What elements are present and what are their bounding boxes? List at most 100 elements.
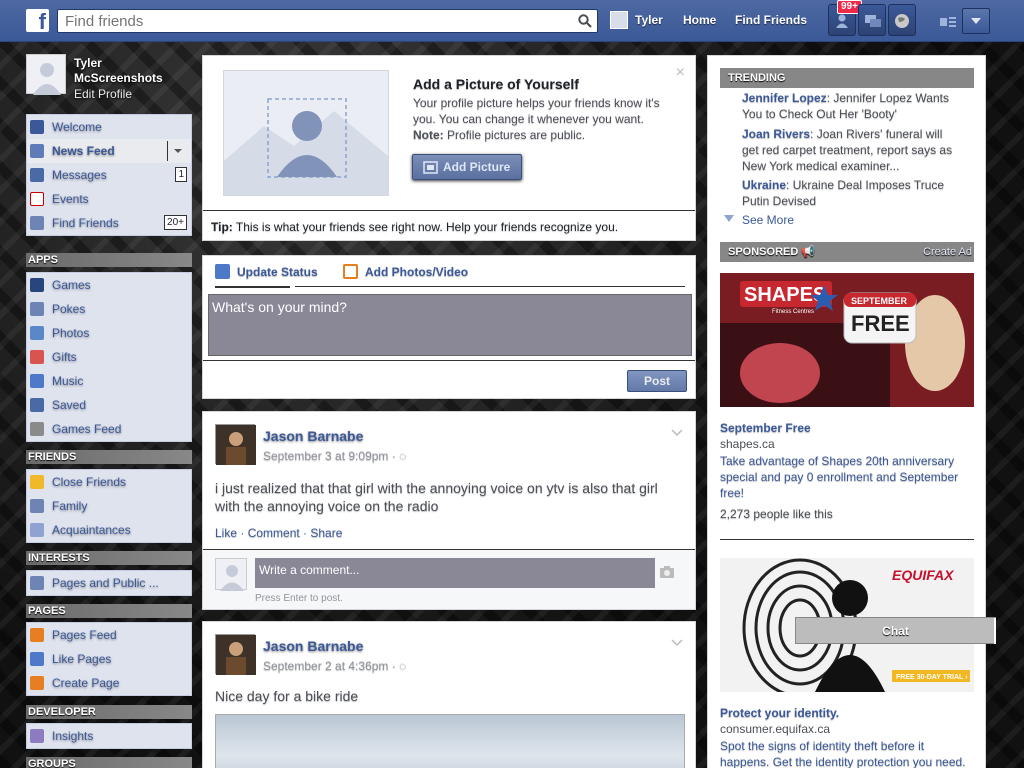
trending-topic[interactable]: Joan Rivers xyxy=(742,127,810,141)
search-icon[interactable] xyxy=(578,14,592,28)
add-picture-button[interactable]: Add Picture xyxy=(412,154,522,180)
post-author-name[interactable]: Jason Barnabe xyxy=(263,428,363,444)
account-settings-button[interactable] xyxy=(962,8,990,34)
trending-item[interactable]: Joan Rivers: Joan Rivers' funeral will g… xyxy=(742,126,960,174)
chat-bar[interactable]: Chat xyxy=(795,617,996,644)
sidebar-item-photos[interactable]: Photos xyxy=(27,321,191,345)
notifications-jewel[interactable] xyxy=(888,4,916,36)
equifax-ad-brand: EQUIFAX xyxy=(892,567,955,583)
home-link[interactable]: Home xyxy=(683,13,716,27)
sidebar-item-pokes[interactable]: Pokes xyxy=(27,297,191,321)
feed-post: Jason Barnabe September 3 at 9:09pm · ◌ … xyxy=(202,411,696,610)
edit-profile-link[interactable]: Edit Profile xyxy=(74,87,132,101)
trending-item[interactable]: Jennifer Lopez: Jennifer Lopez Wants You… xyxy=(742,90,960,122)
sidebar-item-games[interactable]: Games xyxy=(27,273,191,297)
post-timestamp[interactable]: September 2 at 4:36pm · ◌ xyxy=(263,659,406,673)
sidebar-item-pages-public-figures[interactable]: Pages and Public ... xyxy=(27,571,191,595)
shapes-ad-image[interactable]: SHAPES Fitness Centres SEPTEMBER FREE xyxy=(720,273,974,407)
post-timestamp[interactable]: September 3 at 9:09pm · ◌ xyxy=(263,449,406,463)
tab-add-photos-video[interactable]: Add Photos/Video xyxy=(343,264,468,279)
sidebar-item-acquaintances[interactable]: Acquaintances xyxy=(27,518,191,542)
facebook-logo[interactable]: f xyxy=(26,9,49,32)
developer-list: Insights xyxy=(26,723,192,749)
like-link[interactable]: Like xyxy=(215,526,237,540)
camera-icon xyxy=(423,161,438,174)
search-box[interactable] xyxy=(57,9,598,33)
default-avatar-icon xyxy=(33,63,61,95)
profile-name[interactable]: Tyler McScreenshots xyxy=(74,56,184,86)
ad-domain[interactable]: shapes.ca xyxy=(720,437,775,451)
profile-picture[interactable] xyxy=(26,54,66,95)
sidebar-item-music[interactable]: Music xyxy=(27,369,191,393)
trending-item[interactable]: Ukraine: Ukraine Deal Imposes Truce Puti… xyxy=(742,177,960,209)
tip-label: Tip: xyxy=(211,220,233,234)
note-text: Profile pictures are public. xyxy=(447,128,586,142)
post-author-name[interactable]: Jason Barnabe xyxy=(263,638,363,654)
sidebar-item-label: Games Feed xyxy=(52,422,122,436)
status-input[interactable]: What's on your mind? xyxy=(208,294,692,356)
news-feed-options-chevron[interactable] xyxy=(167,141,187,161)
profile-link[interactable]: Tyler xyxy=(635,13,663,27)
ad-likes[interactable]: 2,273 people like this xyxy=(720,507,833,521)
create-ad-link[interactable]: Create Ad xyxy=(923,242,972,262)
sidebar-item-family[interactable]: Family xyxy=(27,494,191,518)
post-author-avatar[interactable] xyxy=(215,634,256,675)
ad-body[interactable]: Take advantage of Shapes 20th anniversar… xyxy=(720,453,974,501)
friends-list: Close Friends Family Acquaintances xyxy=(26,469,192,543)
friends-header[interactable]: FRIENDS xyxy=(26,450,192,464)
see-more-link[interactable]: See More xyxy=(742,213,794,227)
sidebar-item-like-pages[interactable]: Like Pages xyxy=(27,647,191,671)
sidebar-item-welcome[interactable]: Welcome xyxy=(27,115,191,139)
friend-requests-icon xyxy=(836,14,848,28)
sidebar-item-pages-feed[interactable]: Pages Feed xyxy=(27,623,191,647)
sidebar-item-label: Pokes xyxy=(52,302,86,316)
post-button[interactable]: Post xyxy=(627,370,687,392)
search-input[interactable] xyxy=(58,10,558,32)
groups-header[interactable]: GROUPS xyxy=(26,757,192,768)
sidebar-item-insights[interactable]: Insights xyxy=(27,724,191,748)
shapes-ad-offer: FREE xyxy=(851,311,910,336)
chevron-down-icon[interactable] xyxy=(724,215,734,223)
interests-header[interactable]: INTERESTS xyxy=(26,551,192,565)
trending-topic[interactable]: Jennifer Lopez xyxy=(742,91,827,105)
active-tab-indicator xyxy=(215,286,290,288)
post-author-avatar[interactable] xyxy=(215,424,256,465)
user-avatar[interactable] xyxy=(610,11,628,29)
sidebar-item-label: Like Pages xyxy=(52,652,112,666)
sponsored-label: SPONSORED xyxy=(728,246,799,258)
globe-icon xyxy=(895,14,909,28)
chevron-down-icon[interactable] xyxy=(671,426,683,438)
ad-body[interactable]: Spot the signs of identity theft before … xyxy=(720,738,974,768)
messages-count: 1 xyxy=(175,167,187,182)
sidebar-item-events[interactable]: Events xyxy=(27,187,191,211)
trending-topic[interactable]: Ukraine xyxy=(742,178,786,192)
sidebar-item-news-feed[interactable]: News Feed xyxy=(27,139,191,163)
sidebar-item-games-feed[interactable]: Games Feed xyxy=(27,417,191,441)
privacy-shortcuts-icon[interactable] xyxy=(940,15,956,27)
acquaintances-icon xyxy=(30,523,44,537)
find-friends-link[interactable]: Find Friends xyxy=(735,13,807,27)
sidebar-item-gifts[interactable]: Gifts xyxy=(27,345,191,369)
comment-link[interactable]: Comment xyxy=(248,526,300,540)
sidebar-item-create-page[interactable]: Create Page xyxy=(27,671,191,695)
post-photo[interactable] xyxy=(215,714,685,768)
comment-input[interactable]: Write a comment... xyxy=(255,558,655,588)
update-status-label: Update Status xyxy=(237,265,318,279)
tab-update-status[interactable]: Update Status xyxy=(215,264,318,279)
sidebar-item-find-friends[interactable]: Find Friends 20+ xyxy=(27,211,191,235)
close-icon[interactable]: × xyxy=(676,64,685,82)
developer-header[interactable]: DEVELOPER xyxy=(26,705,192,719)
sidebar-item-saved[interactable]: Saved xyxy=(27,393,191,417)
pages-header[interactable]: PAGES xyxy=(26,604,192,618)
share-link[interactable]: Share xyxy=(310,526,342,540)
ad-title[interactable]: Protect your identity. xyxy=(720,706,839,720)
ad-domain[interactable]: consumer.equifax.ca xyxy=(720,722,830,736)
apps-header[interactable]: APPS xyxy=(26,253,192,267)
sidebar-item-messages[interactable]: Messages 1 xyxy=(27,163,191,187)
chevron-down-icon[interactable] xyxy=(671,636,683,648)
post-actions: Like · Comment · Share xyxy=(215,526,343,540)
sidebar-item-close-friends[interactable]: Close Friends xyxy=(27,470,191,494)
ad-title[interactable]: September Free xyxy=(720,421,811,435)
messages-jewel[interactable] xyxy=(858,4,886,36)
camera-icon[interactable] xyxy=(659,565,675,579)
